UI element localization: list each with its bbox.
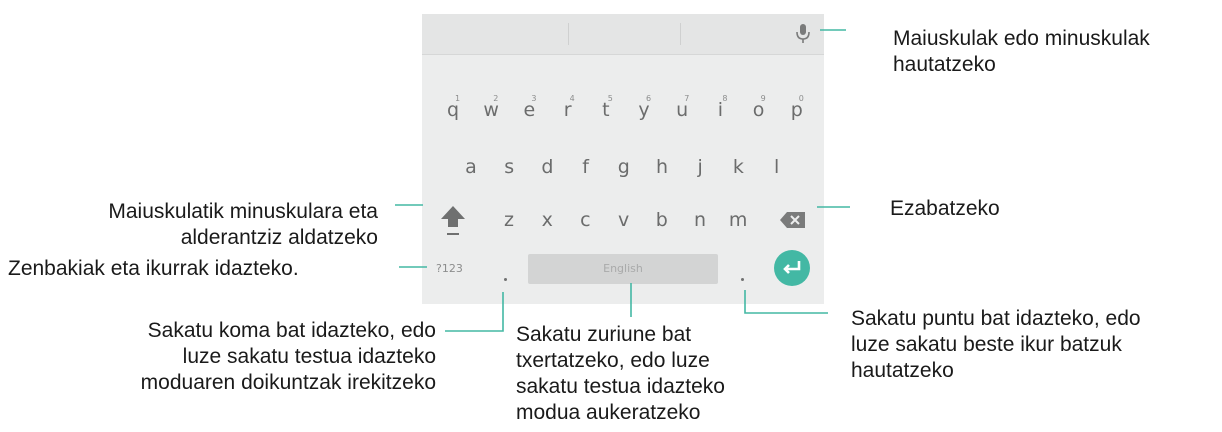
callout-text: txertatzeko, edo luze bbox=[516, 349, 710, 372]
callout-text: Ezabatzeko bbox=[890, 197, 1000, 220]
callout-text: Maiuskulatik minuskulara eta bbox=[108, 200, 378, 223]
callout-mic: Maiuskulak edo minuskulak hautatzeko bbox=[893, 26, 1150, 78]
callout-text: moduaren doikuntzak irekitzeko bbox=[140, 371, 436, 394]
callout-text: luze sakatu testua idazteko bbox=[182, 345, 436, 368]
callout-text: hautatzeko bbox=[851, 359, 954, 382]
callout-text: Zenbakiak eta ikurrak idazteko. bbox=[8, 257, 299, 280]
callout-shift: Maiuskulatik minuskulara eta alderantziz… bbox=[108, 199, 378, 251]
callout-space: Sakatu zuriune bat txertatzeko, edo luze… bbox=[516, 322, 725, 426]
callout-text: alderantziz aldatzeko bbox=[180, 226, 378, 249]
callout-text: modua aukeratzeko bbox=[516, 401, 701, 424]
callout-backspace: Ezabatzeko bbox=[890, 196, 1000, 222]
callout-text: Sakatu koma bat idazteko, edo bbox=[147, 319, 436, 342]
callout-text: luze sakatu beste ikur batzuk bbox=[851, 333, 1122, 356]
callout-text: hautatzeko bbox=[893, 53, 996, 76]
callout-text: Maiuskulak edo minuskulak bbox=[893, 27, 1150, 50]
callout-line-period bbox=[744, 290, 828, 314]
callout-text: Sakatu puntu bat idazteko, edo bbox=[851, 307, 1141, 330]
keyboard-diagram: q1w2e3r4t5y6u7i8o9p0 asdfghjkl zxcvbnm ?… bbox=[0, 0, 1222, 432]
callout-period: Sakatu puntu bat idazteko, edo luze saka… bbox=[851, 306, 1141, 384]
callout-text: sakatu testua idazteko bbox=[516, 375, 725, 398]
callout-symbols: Zenbakiak eta ikurrak idazteko. bbox=[8, 256, 299, 282]
callout-line-comma bbox=[445, 292, 504, 332]
callout-comma: Sakatu koma bat idazteko, edo luze sakat… bbox=[141, 318, 436, 396]
callout-text: Sakatu zuriune bat bbox=[516, 323, 692, 346]
